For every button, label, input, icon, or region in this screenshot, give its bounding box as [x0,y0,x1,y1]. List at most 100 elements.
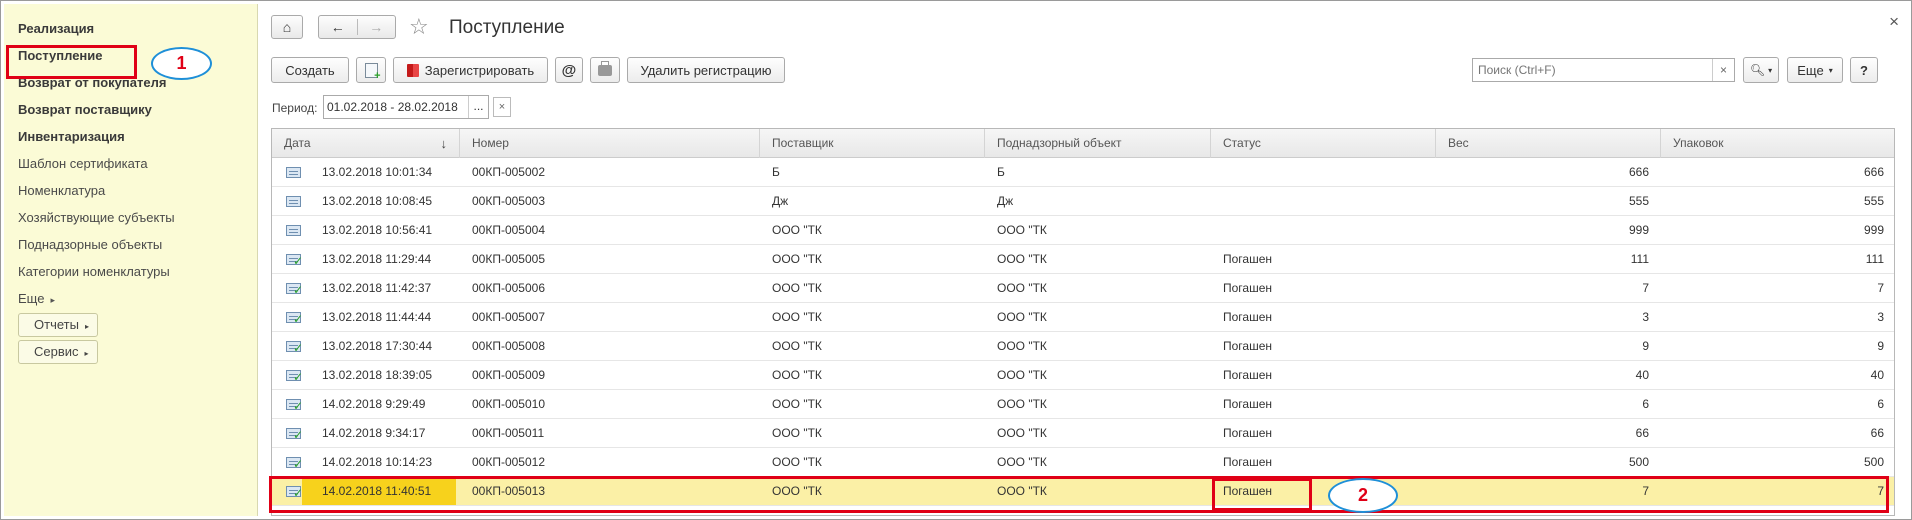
table-row[interactable]: ✓ 14.02.2018 10:14:23 00КП-005012 ООО "ТК ОО… [272,448,1894,477]
forward-arrow-icon[interactable]: → [358,19,396,35]
chevron-down-icon: ▾ [1768,65,1773,75]
magnifier-icon: 🔍︎ [1749,63,1766,77]
cell-weight: 9 [1642,339,1649,353]
posted-check-icon: ✓ [293,283,304,297]
main-content: ⌂ ← → ☆ Поступление × Создать + Зарегист… [259,4,1909,516]
cell-date: 13.02.2018 11:42:37 [322,281,432,295]
period-clear-button[interactable]: × [493,97,511,117]
create-button[interactable]: Создать [271,57,349,83]
column-date[interactable]: Дата ↓ [272,129,460,158]
cell-weight: 666 [1628,165,1649,179]
cell-packs: 7 [1877,281,1884,295]
documents-table: Дата ↓ Номер Поставщик Поднадзорный объе… [271,128,1895,516]
sidebar-item-nomenclature[interactable]: Номенклатура [18,183,105,198]
period-select-button[interactable]: ... [468,96,488,118]
email-button[interactable]: @ [555,57,583,83]
sidebar-item-nomenclature-categories[interactable]: Категории номенклатуры [18,264,170,279]
cell-weight: 40 [1635,368,1649,382]
table-row[interactable]: 13.02.2018 10:56:41 00КП-005004 ООО "ТК ООО… [272,216,1894,245]
cell-object: ООО "ТК [997,310,1047,324]
posted-check-icon: ✓ [293,486,304,500]
sidebar-more[interactable]: Еще ▸ [18,291,55,306]
sidebar-item-receipt[interactable]: Поступление [18,48,103,63]
sidebar-item-inventory[interactable]: Инвентаризация [18,129,125,144]
column-status[interactable]: Статус [1211,129,1436,158]
table-row[interactable]: ✓ 14.02.2018 11:40:51 00КП-005013 ООО "ТК ОО… [272,477,1894,506]
cell-date: 13.02.2018 18:39:05 [322,368,433,382]
cell-packs: 9 [1877,339,1884,353]
cell-date: 14.02.2018 9:34:17 [322,426,426,440]
cell-object: Дж [997,194,1014,208]
triangle-right-icon: ▸ [84,322,89,331]
sidebar-item-customer-return[interactable]: Возврат от покупателя [18,75,166,90]
cell-date: 13.02.2018 10:56:41 [322,223,433,237]
cell-status: Погашен [1223,339,1273,353]
column-number[interactable]: Номер [460,129,760,158]
print-button[interactable] [590,57,620,83]
cell-weight: 7 [1642,484,1649,498]
add-document-icon: + [364,62,381,81]
table-row[interactable]: ✓ 13.02.2018 18:39:05 00КП-005009 ООО "ТК ОО… [272,361,1894,390]
register-label: Зарегистрировать [424,62,535,78]
chevron-down-icon: ▾ [1828,65,1833,75]
cell-status: Погашен [1223,397,1273,411]
table-row[interactable]: ✓ 13.02.2018 11:29:44 00КП-005005 ООО "ТК ОО… [272,245,1894,274]
home-button[interactable]: ⌂ [271,15,303,39]
sidebar-item-business-entities[interactable]: Хозяйствующие субъекты [18,210,175,225]
delete-registration-button[interactable]: Удалить регистрацию [627,57,785,83]
column-weight[interactable]: Вес [1436,129,1661,158]
document-icon [286,225,301,236]
column-packs[interactable]: Упаковок [1661,129,1894,158]
table-row[interactable]: ✓ 14.02.2018 9:29:49 00КП-005010 ООО "ТК ООО… [272,390,1894,419]
sidebar-item-sales[interactable]: Реализация [18,21,94,36]
cell-status [1223,216,1436,244]
search-options-button[interactable]: 🔍︎ ▾ [1743,57,1779,83]
table-row[interactable]: ✓ 13.02.2018 11:42:37 00КП-005006 ООО "ТК ОО… [272,274,1894,303]
search-clear-icon[interactable]: × [1712,59,1734,81]
cell-status: Погашен [1223,455,1273,469]
cell-packs: 6 [1877,397,1884,411]
search-input[interactable] [1473,59,1703,81]
reports-button[interactable]: Отчеты ▸ [18,313,98,337]
cell-number: 00КП-005003 [472,194,546,208]
table-row[interactable]: ✓ 13.02.2018 11:44:44 00КП-005007 ООО "ТК ОО… [272,303,1894,332]
service-button[interactable]: Сервис ▸ [18,340,98,364]
close-icon[interactable]: × [1889,12,1899,32]
table-row[interactable]: 13.02.2018 10:01:34 00КП-005002 Б Б 666 666 [272,158,1894,187]
sidebar-item-supervised-objects[interactable]: Поднадзорные объекты [18,237,162,252]
triangle-right-icon: ▸ [50,295,55,305]
cell-supplier: ООО "ТК [772,426,822,440]
cell-weight: 66 [1635,426,1649,440]
cell-packs: 3 [1877,310,1884,324]
cell-date: 13.02.2018 17:30:44 [322,339,433,353]
cell-supplier: ООО "ТК [772,397,822,411]
cell-object: ООО "ТК [997,252,1047,266]
cell-weight: 111 [1630,252,1649,266]
favorite-star-icon[interactable]: ☆ [409,14,429,40]
copy-document-button[interactable]: + [356,57,386,83]
more-button[interactable]: Еще ▾ [1787,57,1843,83]
period-label: Период: [272,101,318,115]
cell-weight: 500 [1628,455,1649,469]
cell-number: 00КП-005010 [472,397,546,411]
column-supplier[interactable]: Поставщик [760,129,985,158]
back-arrow-icon[interactable]: ← [319,19,358,35]
sidebar-item-certificate-template[interactable]: Шаблон сертификата [18,156,148,171]
help-button[interactable]: ? [1850,57,1878,83]
cell-object: ООО "ТК [997,426,1047,440]
cell-number: 00КП-005008 [472,339,546,353]
cell-date: 14.02.2018 11:40:51 [322,484,432,498]
table-row[interactable]: ✓ 14.02.2018 9:34:17 00КП-005011 ООО "ТК ООО… [272,419,1894,448]
table-row[interactable]: ✓ 13.02.2018 17:30:44 00КП-005008 ООО "ТК ОО… [272,332,1894,361]
register-button[interactable]: Зарегистрировать [393,57,548,83]
cell-weight: 3 [1642,310,1649,324]
sidebar-more-label: Еще [18,291,45,306]
cell-number: 00КП-005012 [472,455,546,469]
table-row[interactable]: 13.02.2018 10:08:45 00КП-005003 Дж Дж 555 555 [272,187,1894,216]
sidebar-item-supplier-return[interactable]: Возврат поставщику [18,102,152,117]
cell-packs: 999 [1863,223,1884,237]
period-field[interactable]: 01.02.2018 - 28.02.2018 ... [323,95,489,119]
cell-object: ООО "ТК [997,455,1047,469]
column-object[interactable]: Поднадзорный объект [985,129,1211,158]
annotation-marker-2: 2 [1328,478,1398,513]
